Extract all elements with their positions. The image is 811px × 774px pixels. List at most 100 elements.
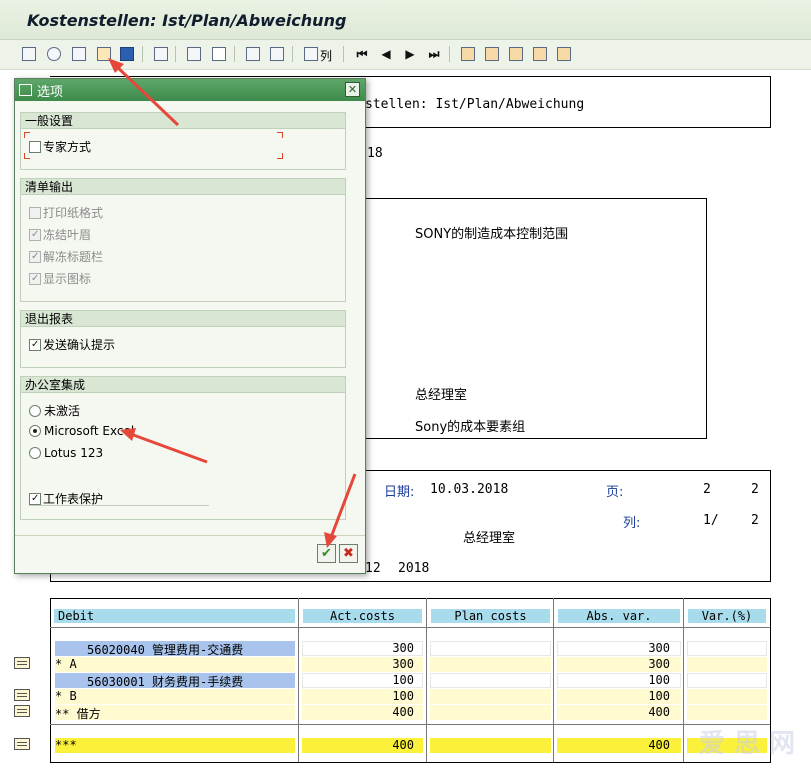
group-list-output-title: 清单输出 <box>21 179 345 195</box>
binoculars-icon[interactable] <box>70 45 88 63</box>
layout-icon[interactable] <box>95 45 113 63</box>
lotus-label: Lotus 123 <box>44 446 104 460</box>
col-header-var[interactable]: Var.(%) <box>687 608 767 624</box>
row-icon[interactable] <box>14 705 30 717</box>
cost-center-group: 总经理室 <box>415 388 468 403</box>
header-title: stellen: Ist/Plan/Abweichung <box>365 97 585 112</box>
group-exit-title: 退出报表 <box>21 311 345 327</box>
summary-icon[interactable] <box>268 45 286 63</box>
dialog-titlebar[interactable]: 选项 <box>15 79 365 101</box>
cost-element-group: Sony的成本要素组 <box>415 420 526 435</box>
cancel-button[interactable]: ✖ <box>339 544 358 563</box>
sub-title: 总经理室 <box>463 531 516 546</box>
table-row-label[interactable]: * A <box>55 657 77 671</box>
col-current: 1/ <box>703 513 719 528</box>
period-year: 2018 <box>398 561 430 576</box>
col-total: 2 <box>751 513 759 528</box>
period-text: 12 <box>365 561 381 576</box>
confirm-checkbox[interactable]: 发送确认提示 <box>29 336 115 353</box>
checkbox-box[interactable] <box>29 140 41 153</box>
close-icon[interactable]: ✕ <box>345 82 360 97</box>
table-row-label[interactable]: *** <box>55 738 77 752</box>
lotus-radio[interactable]: Lotus 123 <box>29 446 103 460</box>
options-dialog: 选项 ✕ 一般设置 专家方式 清单输出 打印纸格式 冻结叶眉 解冻标题栏 显示图… <box>14 78 366 574</box>
table-cell-abs: 400 <box>648 738 670 752</box>
expand-icon[interactable] <box>459 45 477 63</box>
next-icon[interactable]: ▶ <box>401 45 419 63</box>
controlling-area: SONY的制造成本控制范围 <box>415 227 569 242</box>
toolbar: 列 ⏮ ◀ ▶ ⏭ <box>0 40 811 70</box>
dialog-footer: ✔ ✖ <box>15 535 365 573</box>
show-icons-checkbox[interactable]: 显示图标 <box>29 270 91 287</box>
print-format-label: 打印纸格式 <box>43 206 104 220</box>
table-row-label[interactable]: * B <box>55 689 77 703</box>
title-bar: Kostenstellen: Ist/Plan/Abweichung <box>0 0 811 40</box>
print-format-checkbox[interactable]: 打印纸格式 <box>29 204 103 221</box>
freeze-header-label: 冻结叶眉 <box>43 228 92 242</box>
group-list-output: 清单输出 打印纸格式 冻结叶眉 解冻标题栏 显示图标 <box>20 178 346 302</box>
group-general-title: 一般设置 <box>21 113 345 129</box>
confirm-label: 发送确认提示 <box>43 338 116 352</box>
excel-radio[interactable]: Microsoft Excel <box>29 424 134 438</box>
collapse-icon[interactable] <box>483 45 501 63</box>
window-title: Kostenstellen: Ist/Plan/Abweichung <box>27 11 347 30</box>
info-icon[interactable] <box>118 45 136 63</box>
watermark: 爱 思 网 <box>698 729 795 759</box>
table-row-label[interactable]: 56030001 财务费用-手续费 <box>87 673 243 690</box>
tree-icon[interactable] <box>507 45 525 63</box>
table-cell-abs: 400 <box>648 705 670 719</box>
first-icon[interactable]: ⏮ <box>353 45 371 63</box>
col-header-abs[interactable]: Abs. var. <box>557 608 681 624</box>
page-label: 页: <box>606 485 624 500</box>
header-year: 18 <box>367 146 383 161</box>
columns-label[interactable]: 列 <box>320 47 332 64</box>
tree3-icon[interactable] <box>555 45 573 63</box>
row-icon[interactable] <box>14 689 30 701</box>
freeze-header-checkbox[interactable]: 冻结叶眉 <box>29 226 91 243</box>
group-general: 一般设置 专家方式 <box>20 112 346 170</box>
table-cell-act: 300 <box>392 657 414 671</box>
group-office-title: 办公室集成 <box>21 377 345 393</box>
ok-button[interactable]: ✔ <box>317 544 336 563</box>
dialog-title: 选项 <box>37 84 64 100</box>
group-exit: 退出报表 发送确认提示 <box>20 310 346 368</box>
columns-label-icon[interactable] <box>302 45 320 63</box>
expert-mode-label: 专家方式 <box>43 140 92 154</box>
table-cell-abs: 300 <box>648 657 670 671</box>
table-cell-act: 300 <box>392 641 414 655</box>
unfreeze-title-label: 解冻标题栏 <box>43 250 104 264</box>
table-row-label[interactable]: 56020040 管理费用-交通费 <box>87 641 243 658</box>
print-icon[interactable] <box>244 45 262 63</box>
col-header-act[interactable]: Act.costs <box>302 608 423 624</box>
table-cell-act: 400 <box>392 738 414 752</box>
col-header-debit[interactable]: Debit <box>53 608 296 624</box>
table-cell-abs: 100 <box>648 673 670 687</box>
filter-icon[interactable] <box>152 45 170 63</box>
drilldown-icon[interactable] <box>185 45 203 63</box>
inactive-label: 未激活 <box>44 404 81 418</box>
row-icon[interactable] <box>14 657 30 669</box>
columns-icon[interactable] <box>210 45 228 63</box>
last-icon[interactable]: ⏭ <box>425 45 443 63</box>
table-row-label[interactable]: ** 借方 <box>55 705 101 722</box>
find-icon[interactable] <box>45 45 63 63</box>
col-label: 列: <box>623 516 641 531</box>
expert-mode-checkbox[interactable]: 专家方式 <box>29 138 91 155</box>
col-header-plan[interactable]: Plan costs <box>430 608 551 624</box>
page-current: 2 <box>703 482 711 497</box>
prev-icon[interactable]: ◀ <box>377 45 395 63</box>
inactive-radio[interactable]: 未激活 <box>29 402 80 419</box>
excel-label: Microsoft Excel <box>44 424 135 438</box>
hierarchy-icon[interactable] <box>20 45 38 63</box>
table-cell-abs: 100 <box>648 689 670 703</box>
table-cell-act: 100 <box>392 689 414 703</box>
tree2-icon[interactable] <box>531 45 549 63</box>
dialog-icon <box>19 84 32 96</box>
date-label: 日期: <box>384 485 415 500</box>
table-cell-act: 400 <box>392 705 414 719</box>
row-icon[interactable] <box>14 738 30 750</box>
table-cell-abs: 300 <box>648 641 670 655</box>
unfreeze-title-checkbox[interactable]: 解冻标题栏 <box>29 248 103 265</box>
table-cell-act: 100 <box>392 673 414 687</box>
date-value: 10.03.2018 <box>430 482 509 497</box>
